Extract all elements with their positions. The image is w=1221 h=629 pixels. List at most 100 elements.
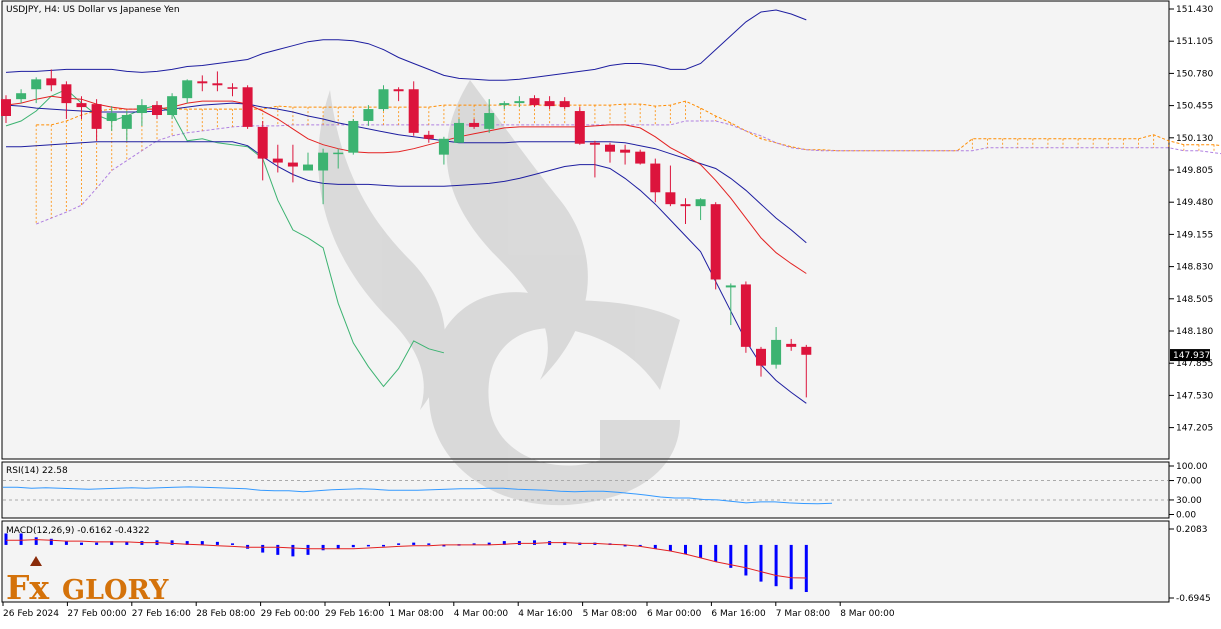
macd-histogram-bar <box>668 544 672 552</box>
rsi-tick-label: 100.00 <box>1176 462 1208 472</box>
chart-window[interactable]: 151.430 151.105 150.780 150.455 150.130 149.8… <box>0 0 1221 625</box>
macd-histogram-bar <box>699 544 703 558</box>
rsi-tick-label: 0.00 <box>1176 511 1196 521</box>
candle-body <box>212 83 223 86</box>
time-tick-label: 27 Feb 00:00 <box>67 609 126 619</box>
candle-body <box>363 109 374 121</box>
macd-tick-label: -0.6945 <box>1176 594 1211 604</box>
candle-body <box>378 89 389 110</box>
candle-body <box>318 152 329 171</box>
candle-body <box>227 87 238 89</box>
macd-histogram-bar <box>351 544 355 548</box>
macd-histogram-bar <box>49 538 53 545</box>
macd-histogram-bar <box>533 540 536 545</box>
price-tick-label: 149.480 <box>1176 198 1213 208</box>
macd-histogram-bar <box>774 544 778 587</box>
time-tick-label: 4 Mar 16:00 <box>518 609 573 619</box>
candle-body <box>242 87 253 127</box>
macd-histogram-bar <box>759 544 763 582</box>
macd-histogram-bar <box>261 544 265 553</box>
candle-body <box>61 84 72 104</box>
time-tick-label: 7 Mar 08:00 <box>776 609 831 619</box>
price-tick-label: 151.105 <box>1176 37 1213 47</box>
macd-histogram-bar <box>306 544 310 555</box>
time-tick-label: 28 Feb 08:00 <box>196 609 255 619</box>
candle-body <box>680 204 691 207</box>
macd-histogram-bar <box>412 542 416 545</box>
macd-histogram-bar <box>366 544 370 547</box>
price-tick-label: 147.205 <box>1176 424 1213 434</box>
candle-body <box>605 144 615 152</box>
macd-histogram-bar <box>397 543 401 545</box>
price-tick-label: 150.130 <box>1176 134 1213 144</box>
macd-histogram-bar <box>170 540 174 545</box>
candle-body <box>393 89 404 92</box>
candle-body <box>454 122 464 143</box>
candle-body <box>287 162 298 167</box>
candle-body <box>665 192 676 205</box>
rsi-tick-label: 30.00 <box>1176 496 1202 506</box>
macd-histogram-bar <box>215 541 219 545</box>
macd-histogram-bar <box>744 544 748 576</box>
symbol-label: USDJPY, H4: US Dollar vs Japanese Yen <box>6 5 180 15</box>
time-tick-label: 6 Mar 00:00 <box>647 609 702 619</box>
time-tick-label: 29 Feb 00:00 <box>261 609 320 619</box>
candle-body <box>46 78 57 86</box>
time-tick-label: 5 Mar 08:00 <box>583 609 638 619</box>
macd-histogram-bar <box>321 544 325 551</box>
candle-body <box>333 152 344 155</box>
price-tick-label: 151.430 <box>1176 5 1213 15</box>
candle-body <box>1 99 11 117</box>
candle-body <box>197 81 208 84</box>
candle-body <box>106 113 117 121</box>
candle-body <box>544 101 555 107</box>
macd-label: MACD(12,26,9) -0.6162 -0.4322 <box>6 526 150 536</box>
price-tick-label: 148.830 <box>1176 263 1213 273</box>
candle-body <box>167 96 178 116</box>
price-tick-label: 148.505 <box>1176 295 1213 305</box>
candle-body <box>771 339 782 365</box>
candle-body <box>635 151 646 164</box>
candle-body <box>559 101 570 108</box>
candle-body <box>31 79 42 90</box>
candle-body <box>695 199 706 207</box>
candle-body <box>740 284 751 347</box>
time-tick-label: 1 Mar 08:00 <box>389 609 444 619</box>
candle-body <box>574 111 585 144</box>
macd-histogram-bar <box>64 541 68 545</box>
last-price-marker: 147.937 <box>1170 349 1210 362</box>
price-panel[interactable] <box>1 0 1170 460</box>
macd-histogram-bar <box>34 537 38 545</box>
macd-panel[interactable] <box>1 520 1170 603</box>
candle-body <box>272 158 283 163</box>
candle-body <box>423 134 434 139</box>
time-tick-label: 6 Mar 16:00 <box>711 609 766 619</box>
macd-histogram-bar <box>684 544 687 555</box>
macd-histogram-bar <box>80 542 83 545</box>
candle-body <box>438 138 449 155</box>
price-tick-label: 150.455 <box>1176 102 1213 112</box>
candle-body <box>121 115 132 129</box>
chart-svg[interactable]: 151.430 151.105 150.780 150.455 150.130 149.8… <box>0 0 1221 625</box>
macd-histogram-bar <box>336 544 340 549</box>
candle-body <box>76 103 87 108</box>
candle-body <box>182 80 193 99</box>
macd-histogram-bar <box>427 543 431 545</box>
candle-body <box>514 101 525 104</box>
candle-body <box>348 120 359 153</box>
candle-body <box>589 142 600 145</box>
macd-histogram-bar <box>231 543 234 545</box>
price-tick-label: 148.180 <box>1176 327 1213 337</box>
candle-body <box>91 104 102 129</box>
candle-body <box>725 285 736 288</box>
time-tick-label: 29 Feb 16:00 <box>325 609 384 619</box>
time-tick-label: 27 Feb 16:00 <box>132 609 191 619</box>
rsi-tick-label: 70.00 <box>1176 477 1202 487</box>
candle-body <box>136 105 147 114</box>
candle-body <box>786 343 797 347</box>
logo-glory: GLORY <box>62 575 169 606</box>
candle-body <box>710 204 721 280</box>
candle-body <box>303 164 313 171</box>
macd-histogram-bar <box>291 544 295 557</box>
macd-histogram-bar <box>804 544 808 593</box>
